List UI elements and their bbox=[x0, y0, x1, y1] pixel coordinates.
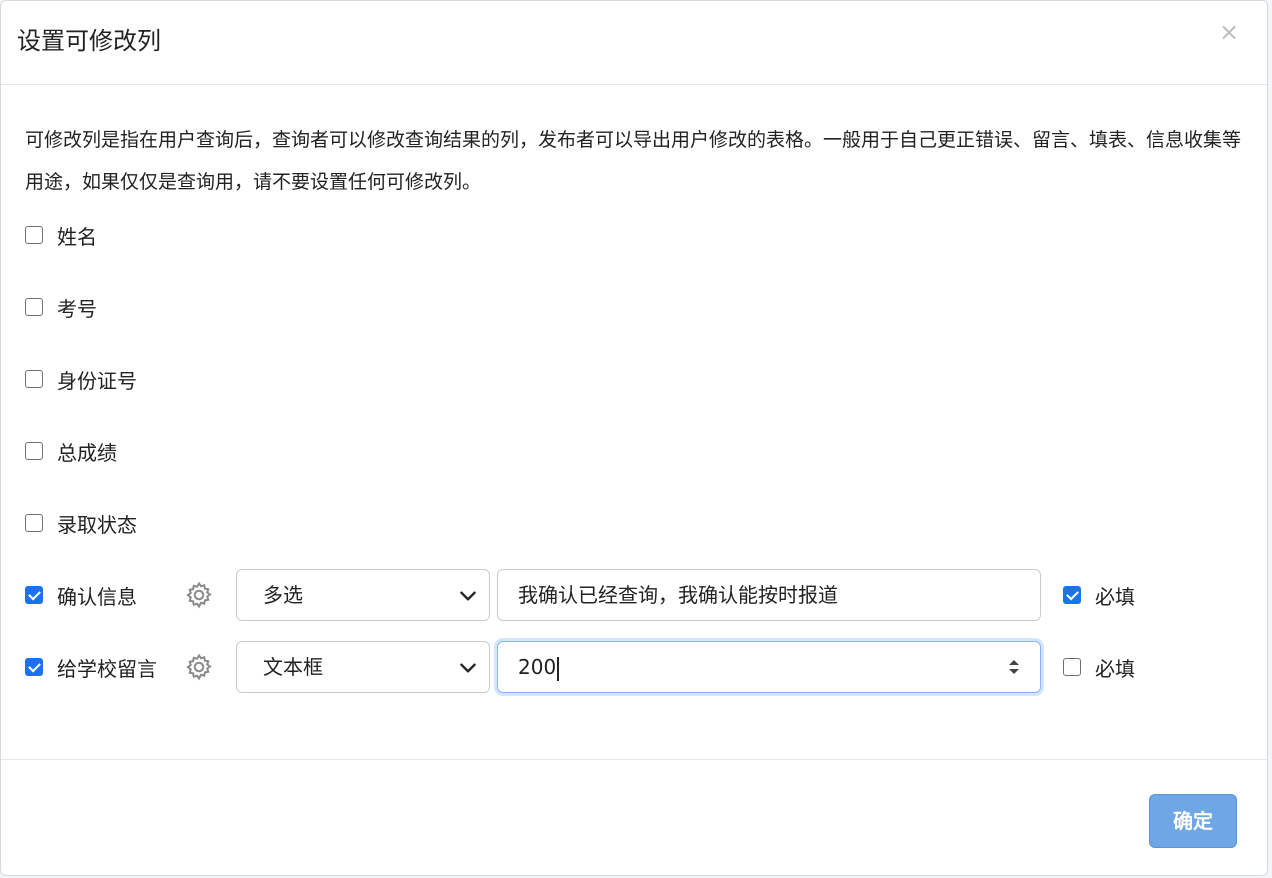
column-row-id-number[interactable]: 身份证号 bbox=[25, 359, 137, 399]
type-select-value: 多选 bbox=[263, 583, 303, 607]
chevron-down-icon bbox=[460, 591, 476, 601]
type-select[interactable]: 文本框 bbox=[236, 641, 490, 693]
text-caret bbox=[557, 656, 559, 681]
gear-icon[interactable] bbox=[184, 652, 214, 682]
options-input[interactable]: 我确认已经查询，我确认能按时报道 bbox=[497, 569, 1041, 621]
required-label: 必填 bbox=[1095, 584, 1135, 609]
type-select[interactable]: 多选 bbox=[236, 569, 490, 621]
required-toggle[interactable]: 必填 bbox=[1063, 575, 1135, 615]
column-label: 姓名 bbox=[57, 224, 97, 249]
max-length-value: 200 bbox=[518, 655, 557, 679]
description-text: 可修改列是指在用户查询后，查询者可以修改查询结果的列，发布者可以导出用户修改的表… bbox=[25, 129, 1242, 193]
column-checkbox[interactable] bbox=[25, 370, 43, 388]
column-label: 确认信息 bbox=[57, 584, 137, 609]
close-icon[interactable]: × bbox=[1217, 17, 1241, 47]
column-checkbox[interactable] bbox=[25, 514, 43, 532]
column-row-name[interactable]: 姓名 bbox=[25, 215, 97, 255]
modal-footer: 确定 bbox=[1, 759, 1267, 875]
required-toggle[interactable]: 必填 bbox=[1063, 647, 1135, 687]
required-checkbox[interactable] bbox=[1063, 658, 1081, 676]
modal-dialog: 设置可修改列 × 可修改列是指在用户查询后，查询者可以修改查询结果的列，发布者可… bbox=[0, 0, 1268, 876]
column-checkbox-checked[interactable] bbox=[25, 658, 43, 676]
required-checkbox-checked[interactable] bbox=[1063, 586, 1081, 604]
column-label: 给学校留言 bbox=[57, 656, 157, 681]
column-checkbox-checked[interactable] bbox=[25, 586, 43, 604]
column-checkbox[interactable] bbox=[25, 442, 43, 460]
column-checkbox[interactable] bbox=[25, 298, 43, 316]
modal-header: 设置可修改列 × bbox=[1, 1, 1267, 85]
column-row-total-score[interactable]: 总成绩 bbox=[25, 431, 117, 471]
column-row-admission-status[interactable]: 录取状态 bbox=[25, 503, 137, 543]
chevron-down-icon bbox=[460, 663, 476, 673]
confirm-button[interactable]: 确定 bbox=[1149, 794, 1237, 848]
column-label: 总成绩 bbox=[57, 440, 117, 465]
gear-icon[interactable] bbox=[184, 580, 214, 610]
column-row-confirm-info[interactable]: 确认信息 bbox=[25, 575, 137, 615]
column-row-school-message[interactable]: 给学校留言 bbox=[25, 647, 157, 687]
column-label: 考号 bbox=[57, 296, 97, 321]
column-checkbox[interactable] bbox=[25, 226, 43, 244]
type-select-value: 文本框 bbox=[263, 655, 323, 679]
column-row-exam-number[interactable]: 考号 bbox=[25, 287, 97, 327]
max-length-input[interactable]: 200 bbox=[497, 641, 1041, 693]
dialog-title: 设置可修改列 bbox=[17, 27, 161, 55]
number-spinner-icon[interactable] bbox=[1006, 655, 1022, 679]
options-input-value: 我确认已经查询，我确认能按时报道 bbox=[518, 583, 838, 607]
required-label: 必填 bbox=[1095, 656, 1135, 681]
column-label: 录取状态 bbox=[57, 512, 137, 537]
column-label: 身份证号 bbox=[57, 368, 137, 393]
